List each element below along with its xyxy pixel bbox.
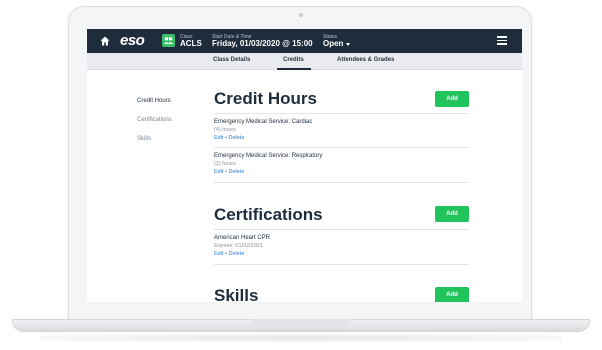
divider [214,264,469,265]
active-tab-indicator [277,68,311,70]
top-navbar: eso Class ACLS Start Date & Time Friday,… [87,29,522,53]
tab-credits[interactable]: Credits [283,57,304,63]
separator: • [225,135,227,141]
add-credit-hours-button[interactable]: Add [435,91,469,107]
separator: • [225,251,227,257]
eso-logo: eso [120,32,145,49]
sidenav-certifications[interactable]: Certifications [137,117,172,123]
delete-link[interactable]: Delete [228,169,244,175]
camera [299,13,303,17]
delete-link[interactable]: Delete [228,251,244,257]
sidenav-skills[interactable]: Skills [137,136,151,142]
add-certification-button[interactable]: Add [435,206,469,222]
divider [214,229,469,230]
edit-link[interactable]: Edit [214,169,223,175]
delete-link[interactable]: Delete [228,135,244,141]
status-dropdown[interactable]: Open [323,39,343,48]
date-value: Friday, 01/03/2020 @ 15:00 [212,39,313,48]
certification-item-expiry: Expires: 01/02/2021 [214,243,263,249]
credit-hours-heading: Credit Hours [214,89,317,108]
tab-attendees-grades[interactable]: Attendees & Grades [337,57,394,63]
hamburger-menu-icon[interactable] [497,36,507,45]
credit-item-actions: Edit • Delete [214,169,244,175]
sidenav-credit-hours[interactable]: Credit Hours [137,98,171,104]
edit-link[interactable]: Edit [214,135,223,141]
chevron-down-icon[interactable] [346,43,350,46]
credit-item-title: Emergency Medical Service: Cardiac [214,119,313,125]
credit-item-title: Emergency Medical Service: Respiratory [214,153,323,159]
app-screen: eso Class ACLS Start Date & Time Friday,… [87,29,522,302]
credit-item-hours: (4) hours [214,127,237,133]
edit-link[interactable]: Edit [214,251,223,257]
divider [214,113,469,114]
certification-item-title: American Heart CPR [214,235,271,241]
certifications-heading: Certifications [214,205,323,224]
credit-item-hours: (2) hours [214,161,237,167]
add-skill-button[interactable]: Add [435,287,469,302]
tab-class-details[interactable]: Class Details [213,57,250,63]
credit-item-actions: Edit • Delete [214,135,244,141]
tab-bar: Class Details Credits Attendees & Grades [87,53,522,70]
laptop-shadow [40,334,562,342]
divider [214,182,469,183]
class-value: ACLS [180,39,202,48]
home-icon[interactable] [100,36,110,46]
laptop-notch [250,319,352,325]
separator: • [225,169,227,175]
class-icon [162,34,175,47]
divider [214,147,469,148]
certification-item-actions: Edit • Delete [214,251,244,257]
skills-heading: Skills [214,286,259,302]
